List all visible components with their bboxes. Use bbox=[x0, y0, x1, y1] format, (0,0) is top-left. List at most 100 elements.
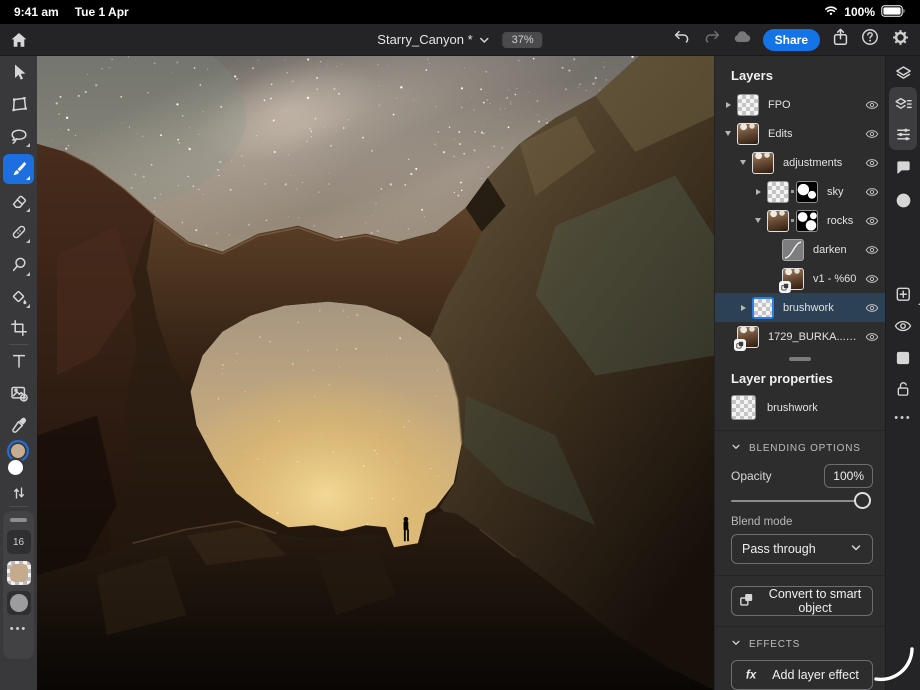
document-canvas[interactable] bbox=[37, 56, 714, 690]
redo-icon[interactable] bbox=[702, 27, 722, 52]
slider-knob[interactable] bbox=[854, 492, 871, 509]
cloud-sync-icon[interactable] bbox=[732, 27, 753, 52]
layer-thumbnail[interactable] bbox=[752, 152, 774, 174]
disclosure-triangle-icon[interactable] bbox=[753, 218, 763, 223]
crop-tool[interactable] bbox=[3, 313, 34, 343]
layer-thumbnail[interactable] bbox=[767, 210, 789, 232]
layer-thumbnail[interactable] bbox=[737, 123, 759, 145]
healing-tool[interactable] bbox=[3, 217, 34, 247]
brush-tool[interactable] bbox=[3, 154, 34, 184]
layer-row[interactable]: FPO bbox=[715, 90, 885, 119]
effects-header[interactable]: EFFECTS bbox=[731, 638, 873, 651]
layer-name[interactable]: Edits bbox=[768, 128, 859, 140]
layer-row[interactable]: brushwork bbox=[715, 293, 885, 322]
layer-name[interactable]: adjustments bbox=[783, 157, 859, 169]
layer-row[interactable]: rocks bbox=[715, 206, 885, 235]
layer-row[interactable]: Edits bbox=[715, 119, 885, 148]
brush-size-value[interactable]: 16 bbox=[7, 530, 31, 554]
opacity-value[interactable]: 100% bbox=[824, 464, 873, 488]
add-layer-icon[interactable] bbox=[886, 285, 920, 304]
layer-row[interactable]: v1 - %60 bbox=[715, 264, 885, 293]
add-layer-effect-button[interactable]: fx Add layer effect bbox=[731, 660, 873, 690]
background-color-swatch[interactable] bbox=[6, 458, 25, 477]
layer-name[interactable]: rocks bbox=[827, 215, 859, 227]
layer-thumbnail[interactable] bbox=[782, 268, 804, 290]
fx-icon: fx bbox=[745, 666, 763, 685]
layer-name[interactable]: 1729_BURKA...anced-NR33 bbox=[768, 331, 859, 343]
eye-icon[interactable] bbox=[859, 272, 885, 286]
share-button[interactable]: Share bbox=[763, 29, 820, 51]
eyedropper-tool[interactable] bbox=[3, 410, 34, 440]
layers-stack-icon[interactable] bbox=[886, 64, 920, 83]
toolbar-divider bbox=[9, 344, 28, 345]
convert-to-smart-object-button[interactable]: Convert to smart object bbox=[731, 586, 873, 616]
move-tool[interactable] bbox=[3, 57, 34, 87]
layer-mask-thumbnail[interactable] bbox=[796, 210, 818, 232]
layer-row[interactable]: darken bbox=[715, 235, 885, 264]
disclosure-triangle-icon[interactable] bbox=[723, 102, 733, 108]
zoom-level-badge[interactable]: 37% bbox=[503, 32, 543, 48]
blend-mode-dropdown[interactable]: Pass through bbox=[731, 534, 873, 564]
type-tool[interactable] bbox=[3, 346, 34, 376]
lasso-tool[interactable] bbox=[3, 121, 34, 151]
eye-icon[interactable] bbox=[859, 98, 885, 112]
layer-name[interactable]: brushwork bbox=[783, 302, 859, 314]
eye-icon[interactable] bbox=[859, 330, 885, 344]
options-drag-handle[interactable] bbox=[10, 518, 27, 522]
eye-icon[interactable] bbox=[859, 243, 885, 257]
unlock-icon[interactable] bbox=[886, 380, 920, 398]
swap-colors-icon[interactable] bbox=[3, 480, 34, 506]
layer-name[interactable]: FPO bbox=[768, 99, 859, 111]
eye-icon[interactable] bbox=[859, 156, 885, 170]
mask-icon[interactable] bbox=[886, 349, 920, 367]
eye-icon[interactable] bbox=[859, 127, 885, 141]
disclosure-triangle-icon[interactable] bbox=[738, 305, 748, 311]
document-title[interactable]: Starry_Canyon * bbox=[377, 32, 472, 47]
layers-detail-icon[interactable] bbox=[886, 95, 920, 114]
more-brush-options-icon[interactable]: ••• bbox=[3, 623, 34, 635]
document-title-group[interactable]: Starry_Canyon * 37% bbox=[377, 32, 542, 48]
home-icon[interactable] bbox=[9, 30, 29, 50]
layer-mask-thumbnail[interactable] bbox=[796, 181, 818, 203]
comment-icon[interactable] bbox=[886, 158, 920, 177]
blending-options-header[interactable]: BLENDING OPTIONS bbox=[731, 442, 873, 455]
layer-row[interactable]: 1729_BURKA...anced-NR33 bbox=[715, 322, 885, 351]
layer-row[interactable]: sky bbox=[715, 177, 885, 206]
eye-icon[interactable] bbox=[886, 317, 920, 335]
eraser-tool[interactable] bbox=[3, 186, 34, 216]
info-icon[interactable] bbox=[886, 191, 920, 210]
status-bar: 9:41 am Tue 1 Apr 100% bbox=[0, 0, 920, 24]
undo-icon[interactable] bbox=[672, 27, 692, 52]
brush-tip-preview[interactable] bbox=[7, 561, 31, 585]
eye-icon[interactable] bbox=[859, 185, 885, 199]
export-icon[interactable] bbox=[830, 27, 850, 52]
disclosure-triangle-icon[interactable] bbox=[738, 160, 748, 165]
help-icon[interactable] bbox=[860, 27, 880, 52]
dodge-tool[interactable] bbox=[3, 250, 34, 280]
layer-name[interactable]: v1 - %60 bbox=[813, 273, 859, 285]
eye-icon[interactable] bbox=[859, 301, 885, 315]
disclosure-triangle-icon[interactable] bbox=[723, 131, 733, 136]
layer-thumbnail[interactable] bbox=[782, 239, 804, 261]
layer-thumbnail[interactable] bbox=[752, 297, 774, 319]
eye-icon[interactable] bbox=[859, 214, 885, 228]
gear-icon[interactable] bbox=[890, 27, 911, 53]
place-photo-tool[interactable] bbox=[3, 378, 34, 408]
divider bbox=[715, 575, 885, 576]
layer-name[interactable]: darken bbox=[813, 244, 859, 256]
sliders-icon[interactable] bbox=[886, 125, 920, 144]
layer-row[interactable]: adjustments bbox=[715, 148, 885, 177]
chevron-down-icon bbox=[850, 542, 862, 557]
more-icon[interactable]: ••• bbox=[886, 412, 920, 424]
layer-thumbnail[interactable] bbox=[737, 326, 759, 348]
layer-thumbnail[interactable] bbox=[737, 94, 759, 116]
battery-percent: 100% bbox=[844, 5, 875, 19]
layer-thumbnail[interactable] bbox=[767, 181, 789, 203]
fill-tool[interactable] bbox=[3, 282, 34, 312]
panel-drag-handle[interactable] bbox=[789, 357, 811, 361]
layer-name[interactable]: sky bbox=[827, 186, 859, 198]
disclosure-triangle-icon[interactable] bbox=[753, 189, 763, 195]
opacity-slider[interactable] bbox=[731, 490, 871, 511]
brush-hardness-preview[interactable] bbox=[7, 591, 31, 615]
transform-tool[interactable] bbox=[3, 89, 34, 119]
